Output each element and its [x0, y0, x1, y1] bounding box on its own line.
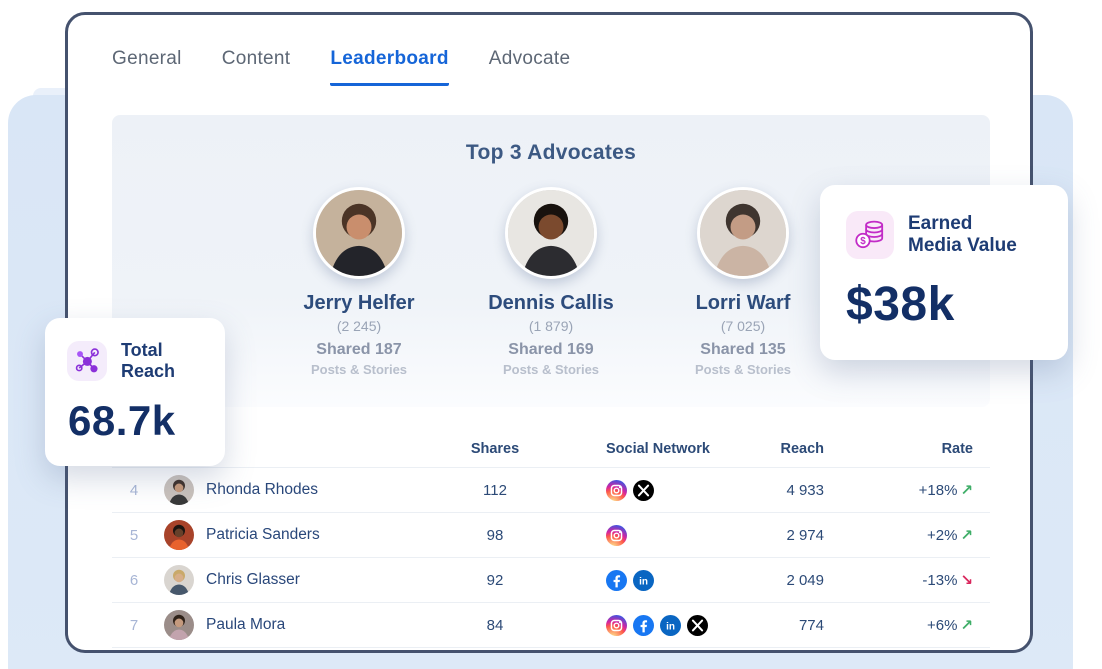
total-reach-value: 68.7k: [45, 397, 225, 445]
row-reach: 2 049: [730, 572, 860, 589]
header-reach: Reach: [730, 441, 860, 457]
row-rate: +18%↗: [860, 481, 990, 499]
svg-text:$: $: [861, 236, 867, 247]
instagram-icon: [606, 525, 627, 546]
row-reach: 4 933: [730, 482, 860, 499]
trend-up-icon: ↗: [960, 617, 973, 634]
total-reach-header: Total Reach: [45, 318, 225, 382]
advocate-sub: Posts & Stories: [455, 362, 647, 377]
row-social-icons: in: [540, 615, 730, 636]
advocate-sub: Posts & Stories: [647, 362, 839, 377]
row-rank: 4: [112, 482, 156, 499]
instagram-icon: [606, 480, 627, 501]
instagram-icon: [606, 615, 627, 636]
tab-content[interactable]: Content: [222, 48, 291, 86]
advocate-count: (1 879): [455, 318, 647, 334]
advocate-avatar: [697, 187, 789, 279]
emv-value: $38k: [820, 277, 1068, 332]
header-rate: Rate: [860, 441, 990, 457]
advocate-count: (2 245): [263, 318, 455, 334]
x-icon: [687, 615, 708, 636]
table-row[interactable]: 7 Paula Mora84 in 774+6%↗: [112, 603, 990, 648]
dashboard-stage: General Content Leaderboard Advocate Top…: [0, 0, 1102, 669]
advocate-card: Lorri Warf (7 025) Shared 135 Posts & St…: [647, 187, 839, 377]
row-avatar: [156, 565, 206, 595]
row-avatar: [156, 475, 206, 505]
row-shares: 84: [450, 617, 540, 634]
header-social-network: Social Network: [540, 441, 730, 457]
advocate-name: Lorri Warf: [647, 292, 839, 315]
row-rate: +2%↗: [860, 526, 990, 544]
facebook-icon: [606, 570, 627, 591]
stat-card-total-reach: Total Reach 68.7k: [45, 318, 225, 466]
row-name: Chris Glasser: [206, 571, 450, 589]
row-social-icons: [540, 525, 730, 546]
advocate-shared: Shared 135: [647, 341, 839, 359]
leaderboard-table: Shares Social Network Reach Rate 4 Rhond…: [112, 430, 990, 648]
table-row[interactable]: 5 Patricia Sanders98 2 974+2%↗: [112, 513, 990, 558]
table-body: 4 Rhonda Rhodes112 4 933+18%↗ 5 Patricia S…: [112, 468, 990, 648]
row-rank: 7: [112, 617, 156, 634]
advocate-count: (7 025): [647, 318, 839, 334]
coins-icon: $: [846, 211, 894, 259]
row-shares: 98: [450, 527, 540, 544]
row-reach: 774: [730, 617, 860, 634]
advocate-sub: Posts & Stories: [263, 362, 455, 377]
emv-header: $ Earned Media Value: [820, 185, 1068, 259]
advocate-name: Jerry Helfer: [263, 292, 455, 315]
advocate-card: Dennis Callis (1 879) Shared 169 Posts &…: [455, 187, 647, 377]
row-rate: -13%↘: [860, 571, 990, 589]
row-name: Paula Mora: [206, 616, 450, 634]
row-shares: 92: [450, 572, 540, 589]
linkedin-icon: in: [633, 570, 654, 591]
row-name: Rhonda Rhodes: [206, 481, 450, 499]
row-rank: 6: [112, 572, 156, 589]
stat-card-earned-media-value: $ Earned Media Value $38k: [820, 185, 1068, 360]
row-rank: 5: [112, 527, 156, 544]
svg-text:in: in: [666, 621, 675, 632]
row-reach: 2 974: [730, 527, 860, 544]
advocate-avatar: [313, 187, 405, 279]
advocate-shared: Shared 169: [455, 341, 647, 359]
row-social-icons: in: [540, 570, 730, 591]
header-shares: Shares: [450, 441, 540, 457]
row-avatar: [156, 610, 206, 640]
row-social-icons: [540, 480, 730, 501]
trend-down-icon: ↘: [960, 572, 973, 589]
row-shares: 112: [450, 482, 540, 499]
facebook-icon: [633, 615, 654, 636]
x-icon: [633, 480, 654, 501]
svg-text:in: in: [639, 576, 648, 587]
table-header: Shares Social Network Reach Rate: [112, 430, 990, 468]
row-avatar: [156, 520, 206, 550]
tab-bar: General Content Leaderboard Advocate: [112, 48, 570, 86]
top3-title: Top 3 Advocates: [112, 141, 990, 165]
network-icon: [67, 341, 107, 381]
advocate-shared: Shared 187: [263, 341, 455, 359]
total-reach-label: Total Reach: [121, 340, 183, 382]
trend-up-icon: ↗: [960, 482, 973, 499]
advocate-name: Dennis Callis: [455, 292, 647, 315]
tab-advocate[interactable]: Advocate: [489, 48, 571, 86]
emv-label: Earned Media Value: [908, 213, 1026, 258]
linkedin-icon: in: [660, 615, 681, 636]
row-name: Patricia Sanders: [206, 526, 450, 544]
advocate-card: Jerry Helfer (2 245) Shared 187 Posts & …: [263, 187, 455, 377]
advocate-avatar: [505, 187, 597, 279]
table-row[interactable]: 4 Rhonda Rhodes112 4 933+18%↗: [112, 468, 990, 513]
table-row[interactable]: 6 Chris Glasser92 in 2 049-13%↘: [112, 558, 990, 603]
row-rate: +6%↗: [860, 616, 990, 634]
trend-up-icon: ↗: [960, 527, 973, 544]
tab-leaderboard[interactable]: Leaderboard: [330, 48, 448, 86]
tab-general[interactable]: General: [112, 48, 182, 86]
